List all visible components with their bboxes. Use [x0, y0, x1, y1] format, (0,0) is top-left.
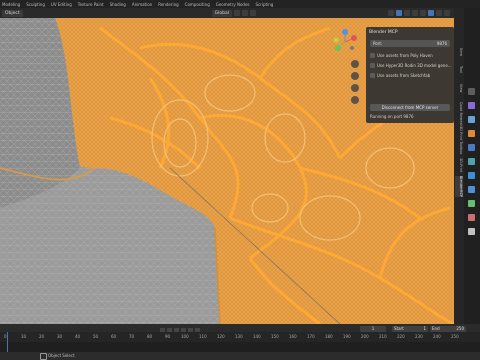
pan-hand-icon[interactable] — [351, 72, 359, 80]
transform-orientation-dropdown[interactable]: Global — [211, 9, 232, 17]
timeline-track[interactable] — [0, 342, 480, 352]
tick-label: 70 — [129, 334, 135, 339]
sidebar-tab-tool[interactable]: Tool — [455, 66, 463, 73]
shading-solid-icon[interactable] — [428, 10, 434, 16]
constraint-properties-icon[interactable] — [468, 186, 475, 193]
properties-icon-column — [464, 8, 480, 324]
tick-label: 190 — [343, 334, 351, 339]
hyper3d-label: Use Hyper3D Rodin 3D model gene... — [377, 63, 452, 68]
timeline-ruler[interactable]: 0 10 20 30 40 50 60 70 80 90 100 110 120… — [0, 332, 480, 342]
blender-mcp-panel: Blender MCP Port: 9876 Use assets from P… — [366, 27, 454, 123]
port-label: Port: — [373, 41, 383, 46]
sketchfab-label: Use assets from Sketchfab — [377, 73, 431, 78]
tick-label: 40 — [75, 334, 81, 339]
sidebar-tab-3d-print-toolbox[interactable]: 3D Print Toolbox — [455, 126, 463, 154]
start-label: Start — [394, 326, 404, 331]
tick-label: 80 — [147, 334, 153, 339]
server-status: Running on port 9876 — [370, 114, 414, 119]
physics-properties-icon[interactable] — [468, 172, 475, 179]
tick-label: 120 — [217, 334, 225, 339]
panel-title[interactable]: Blender MCP — [369, 30, 398, 35]
perspective-toggle-icon[interactable] — [351, 96, 359, 104]
sketchfab-checkbox[interactable] — [370, 73, 375, 78]
tab-texture-paint[interactable]: Texture Paint — [78, 2, 104, 7]
disconnect-button[interactable]: Disconnect from MCP server — [370, 104, 450, 111]
tick-label: 180 — [325, 334, 333, 339]
interaction-mode-dropdown[interactable]: Object — [2, 9, 23, 17]
tab-scripting[interactable]: Scripting — [256, 2, 274, 7]
mouse-icon — [40, 353, 47, 360]
modifier-properties-icon[interactable] — [468, 144, 475, 151]
tab-modeling[interactable]: Modeling — [2, 2, 20, 7]
gizmo-toggle-icon[interactable] — [396, 10, 402, 16]
tick-label: 30 — [57, 334, 63, 339]
workspace-tabs: Modeling Sculpting UV Editing Texture Pa… — [0, 0, 480, 8]
port-value: 9876 — [436, 41, 447, 46]
tab-compositing[interactable]: Compositing — [185, 2, 210, 7]
zoom-icon[interactable] — [351, 60, 359, 68]
sidebar-tab-view[interactable]: View — [455, 84, 463, 92]
xray-toggle-icon[interactable] — [412, 10, 418, 16]
end-label: End — [432, 326, 440, 331]
material-properties-icon[interactable] — [468, 214, 475, 221]
overlay-toggle-icon[interactable] — [404, 10, 410, 16]
tick-label: 20 — [39, 334, 45, 339]
tick-label: 200 — [361, 334, 369, 339]
tick-label: 90 — [165, 334, 171, 339]
tab-animation[interactable]: Animation — [132, 2, 152, 7]
proportional-edit-icon[interactable] — [250, 10, 256, 16]
tab-rendering[interactable]: Rendering — [158, 2, 178, 7]
port-field[interactable]: Port: 9876 — [370, 40, 450, 47]
data-properties-icon[interactable] — [468, 200, 475, 207]
pivot-icon[interactable] — [234, 10, 240, 16]
sidebar-tab-quad-remesh[interactable]: Quad Remesh — [455, 102, 463, 127]
tick-label: 220 — [397, 334, 405, 339]
snap-icon[interactable] — [242, 10, 248, 16]
visibility-icon[interactable] — [388, 10, 394, 16]
viewport-header: Object Global — [0, 8, 454, 18]
tool-properties-icon[interactable] — [468, 88, 475, 95]
shading-material-icon[interactable] — [436, 10, 442, 16]
particle-properties-icon[interactable] — [468, 158, 475, 165]
playhead[interactable] — [7, 332, 8, 352]
tick-label: 100 — [181, 334, 189, 339]
output-properties-icon[interactable] — [468, 116, 475, 123]
tab-shading[interactable]: Shading — [110, 2, 126, 7]
polyhaven-checkbox[interactable] — [370, 53, 375, 58]
object-properties-icon[interactable] — [468, 130, 475, 137]
tick-label: 170 — [307, 334, 315, 339]
blender-window: Modeling Sculpting UV Editing Texture Pa… — [0, 0, 480, 360]
tab-uv-editing[interactable]: UV Editing — [51, 2, 72, 7]
tick-label: 150 — [271, 334, 279, 339]
tick-label: 60 — [111, 334, 117, 339]
texture-properties-icon[interactable] — [468, 228, 475, 235]
sidebar-tab-blendermcp[interactable]: BlenderMCP — [455, 176, 463, 198]
tick-label: 110 — [199, 334, 207, 339]
tick-label: 230 — [415, 334, 423, 339]
sidebar-tab-3d-print[interactable]: 3D-Print — [455, 158, 463, 172]
status-text: Object Select — [48, 353, 75, 358]
navigation-gizmo[interactable] — [330, 28, 360, 56]
hyper3d-checkbox[interactable] — [370, 63, 375, 68]
status-bar: Object Select — [0, 352, 480, 360]
tick-label: 210 — [379, 334, 387, 339]
tick-label: 250 — [451, 334, 459, 339]
sidebar-tabs: Item Tool View Quad Remesh 3D Print Tool… — [454, 8, 464, 324]
tick-label: 140 — [253, 334, 261, 339]
tab-geometry-nodes[interactable]: Geometry Nodes — [216, 2, 250, 7]
tick-label: 160 — [289, 334, 297, 339]
shading-wireframe-icon[interactable] — [420, 10, 426, 16]
polyhaven-label: Use assets from Poly Haven — [377, 53, 433, 58]
render-properties-icon[interactable] — [468, 102, 475, 109]
tick-label: 240 — [433, 334, 441, 339]
tick-label: 130 — [235, 334, 243, 339]
shading-rendered-icon[interactable] — [444, 10, 450, 16]
tick-label: 50 — [93, 334, 99, 339]
sidebar-tab-item[interactable]: Item — [455, 48, 463, 56]
tab-sculpting[interactable]: Sculpting — [26, 2, 45, 7]
camera-view-icon[interactable] — [351, 84, 359, 92]
tick-label: 10 — [21, 334, 27, 339]
